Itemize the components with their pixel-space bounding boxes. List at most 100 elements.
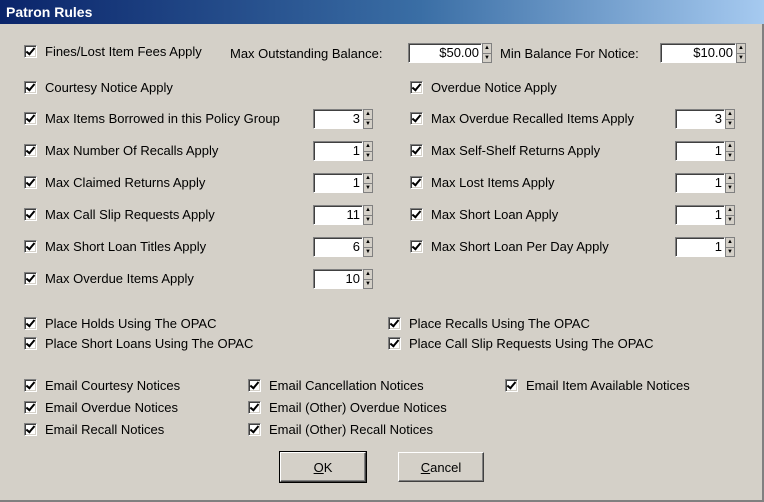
max-claimed-returns-stepper[interactable]: 1 ▲ ▼ [313,173,373,193]
stepper-value[interactable]: 1 [313,173,363,193]
up-arrow-icon[interactable]: ▲ [726,110,734,120]
down-arrow-icon[interactable]: ▼ [726,248,734,257]
email-item-available-checkbox[interactable]: Email Item Available Notices [505,378,690,393]
limit-label: Max Overdue Items Apply [45,271,194,286]
place-holds-opac-checkbox[interactable]: Place Holds Using The OPAC [24,316,216,331]
limit-checkbox-max-call-slip[interactable]: Max Call Slip Requests Apply [24,207,215,222]
up-arrow-icon[interactable]: ▲ [364,142,372,152]
limit-checkbox-max-short-loan[interactable]: Max Short Loan Apply [410,207,558,222]
limit-checkbox-max-short-loan-per-day[interactable]: Max Short Loan Per Day Apply [410,239,609,254]
max-short-loan-stepper[interactable]: 1 ▲ ▼ [675,205,735,225]
min-balance-for-notice-label: Min Balance For Notice: [500,46,639,61]
max-call-slip-stepper[interactable]: 11 ▲ ▼ [313,205,373,225]
up-arrow-icon[interactable]: ▲ [364,174,372,184]
down-arrow-icon[interactable]: ▼ [726,152,734,161]
max-overdue-recalled-stepper[interactable]: 3 ▲ ▼ [675,109,735,129]
stepper-value[interactable]: 1 [313,141,363,161]
min-balance-for-notice-stepper[interactable]: $10.00 ▲ ▼ [660,43,746,63]
limit-checkbox-max-lost-items[interactable]: Max Lost Items Apply [410,175,555,190]
limit-label: Max Overdue Recalled Items Apply [431,111,635,126]
courtesy-notice-label: Courtesy Notice Apply [45,80,173,95]
ok-mnemonic: O [313,459,324,475]
cancel-label-rest: ancel [430,459,462,475]
stepper-value[interactable]: 1 [675,141,725,161]
down-arrow-icon[interactable]: ▼ [737,54,745,63]
up-arrow-icon[interactable]: ▲ [364,238,372,248]
up-arrow-icon[interactable]: ▲ [483,44,491,54]
limit-checkbox-max-claimed-returns[interactable]: Max Claimed Returns Apply [24,175,205,190]
up-arrow-icon[interactable]: ▲ [364,206,372,216]
limit-label: Max Short Loan Titles Apply [45,239,207,254]
min-balance-for-notice-value[interactable]: $10.00 [660,43,736,63]
down-arrow-icon[interactable]: ▼ [726,184,734,193]
max-outstanding-balance-stepper[interactable]: $50.00 ▲ ▼ [408,43,492,63]
down-arrow-icon[interactable]: ▼ [364,184,372,193]
place-short-loans-opac-checkbox[interactable]: Place Short Loans Using The OPAC [24,336,253,351]
stepper-value[interactable]: 6 [313,237,363,257]
max-short-loan-titles-stepper[interactable]: 6 ▲ ▼ [313,237,373,257]
down-arrow-icon[interactable]: ▼ [364,216,372,225]
down-arrow-icon[interactable]: ▼ [726,216,734,225]
down-arrow-icon[interactable]: ▼ [364,152,372,161]
down-arrow-icon[interactable]: ▼ [483,54,491,63]
max-items-borrowed-stepper[interactable]: 3 ▲ ▼ [313,109,373,129]
email-cancellation-checkbox[interactable]: Email Cancellation Notices [248,378,424,393]
up-arrow-icon[interactable]: ▲ [364,270,372,280]
checkmark-icon [505,379,518,392]
up-arrow-icon[interactable]: ▲ [726,238,734,248]
stepper-value[interactable]: 1 [675,237,725,257]
max-short-loan-per-day-stepper[interactable]: 1 ▲ ▼ [675,237,735,257]
stepper-value[interactable]: 1 [675,173,725,193]
patron-rules-dialog: Patron Rules Fines/Lost Item Fees Apply … [0,0,764,502]
email-courtesy-label: Email Courtesy Notices [45,378,181,393]
stepper-value[interactable]: 3 [675,109,725,129]
checkmark-icon [24,112,37,125]
limit-checkbox-max-self-shelf-returns[interactable]: Max Self-Shelf Returns Apply [410,143,600,158]
max-outstanding-balance-value[interactable]: $50.00 [408,43,482,63]
limit-label: Max Lost Items Apply [431,175,555,190]
down-arrow-icon[interactable]: ▼ [726,120,734,129]
limit-checkbox-max-items-borrowed[interactable]: Max Items Borrowed in this Policy Group [24,111,280,126]
email-other-overdue-checkbox[interactable]: Email (Other) Overdue Notices [248,400,447,415]
stepper-value[interactable]: 1 [675,205,725,225]
down-arrow-icon[interactable]: ▼ [364,280,372,289]
checkmark-icon [24,144,37,157]
email-other-recall-checkbox[interactable]: Email (Other) Recall Notices [248,422,433,437]
down-arrow-icon[interactable]: ▼ [364,120,372,129]
stepper-value[interactable]: 3 [313,109,363,129]
max-recalls-stepper[interactable]: 1 ▲ ▼ [313,141,373,161]
limit-checkbox-max-short-loan-titles[interactable]: Max Short Loan Titles Apply [24,239,206,254]
ok-button[interactable]: OK [279,451,367,483]
email-courtesy-checkbox[interactable]: Email Courtesy Notices [24,378,180,393]
stepper-value[interactable]: 10 [313,269,363,289]
up-arrow-icon[interactable]: ▲ [726,174,734,184]
stepper-value[interactable]: 11 [313,205,363,225]
limit-label: Max Call Slip Requests Apply [45,207,215,222]
max-lost-items-stepper[interactable]: 1 ▲ ▼ [675,173,735,193]
up-arrow-icon[interactable]: ▲ [726,206,734,216]
place-recalls-opac-checkbox[interactable]: Place Recalls Using The OPAC [388,316,590,331]
place-short-loans-opac-label: Place Short Loans Using The OPAC [45,336,254,351]
checkmark-icon [388,337,401,350]
down-arrow-icon[interactable]: ▼ [364,248,372,257]
max-self-shelf-returns-stepper[interactable]: 1 ▲ ▼ [675,141,735,161]
fines-lost-fees-checkbox[interactable]: Fines/Lost Item Fees Apply [24,44,202,59]
up-arrow-icon[interactable]: ▲ [726,142,734,152]
email-recall-checkbox[interactable]: Email Recall Notices [24,422,164,437]
limit-checkbox-max-recalls[interactable]: Max Number Of Recalls Apply [24,143,218,158]
max-overdue-items-stepper[interactable]: 10 ▲ ▼ [313,269,373,289]
up-arrow-icon[interactable]: ▲ [737,44,745,54]
courtesy-notice-checkbox[interactable]: Courtesy Notice Apply [24,80,173,95]
up-arrow-icon[interactable]: ▲ [364,110,372,120]
limit-label: Max Claimed Returns Apply [45,175,206,190]
checkmark-icon [24,45,37,58]
place-call-slip-opac-checkbox[interactable]: Place Call Slip Requests Using The OPAC [388,336,653,351]
email-overdue-label: Email Overdue Notices [45,400,178,415]
cancel-button[interactable]: Cancel [398,452,484,482]
checkmark-icon [410,176,423,189]
checkmark-icon [24,337,37,350]
limit-checkbox-max-overdue-items[interactable]: Max Overdue Items Apply [24,271,194,286]
overdue-notice-checkbox[interactable]: Overdue Notice Apply [410,80,557,95]
email-overdue-checkbox[interactable]: Email Overdue Notices [24,400,178,415]
limit-checkbox-max-overdue-recalled[interactable]: Max Overdue Recalled Items Apply [410,111,634,126]
